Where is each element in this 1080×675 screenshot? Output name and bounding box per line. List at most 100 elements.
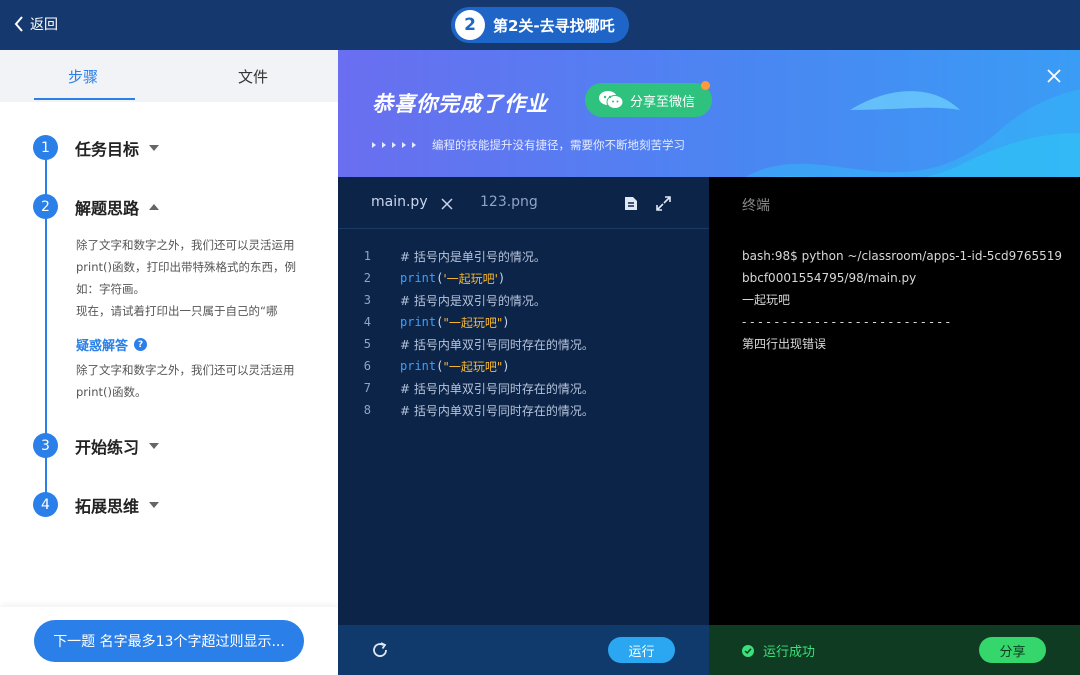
tab-steps[interactable]: 步骤 (68, 66, 98, 87)
steps-list: 1 任务目标 2 解题思路 除了文字和数字之外，我们还可以灵活运用print()… (0, 102, 338, 607)
line-number: 6 (363, 359, 371, 373)
code-line: 8 # 括号内单双引号同时存在的情况。 (338, 399, 709, 421)
top-bar: 返回 2 第2关-去寻找哪吒 (0, 0, 1080, 50)
check-icon (742, 644, 754, 657)
code-lines[interactable]: 1 # 括号内是单引号的情况。 2 print('一起玩吧') 3 # 括号内是… (338, 245, 709, 421)
code-line: 4 print("一起玩吧") (338, 311, 709, 333)
code-line: 6 print("一起玩吧") (338, 355, 709, 377)
level-number: 2 (455, 10, 485, 40)
refresh-icon[interactable] (371, 641, 389, 659)
faq-label: 疑惑解答 (76, 339, 129, 354)
banner-decoration (745, 89, 1080, 177)
tab-files[interactable]: 文件 (238, 66, 268, 87)
code-line: 7 # 括号内单双引号同时存在的情况。 (338, 377, 709, 399)
terminal-line: 一起玩吧 (742, 293, 791, 307)
line-number: 1 (363, 249, 371, 263)
left-tabs: 步骤 文件 (0, 50, 338, 102)
code-function: print (400, 315, 437, 329)
step-title: 任务目标 (75, 139, 140, 159)
caret-down-icon (149, 442, 160, 449)
tab-123-png[interactable]: 123.png (480, 194, 538, 210)
run-status-label: 运行成功 (763, 645, 816, 660)
editor-footer: 运行 (338, 625, 709, 675)
step-item-3[interactable]: 3 开始练习 (33, 433, 160, 458)
code-line: 1 # 括号内是单引号的情况。 (338, 245, 709, 267)
terminal-title: 终端 (742, 198, 770, 214)
step-number: 1 (33, 135, 58, 160)
step-number: 3 (33, 433, 58, 458)
step-item-4[interactable]: 4 拓展思维 (33, 492, 160, 517)
share-wechat-button[interactable]: 分享至微信 (585, 81, 712, 117)
terminal-output[interactable]: bash:98$ python ~/classroom/apps-1-id-5c… (742, 245, 1067, 355)
code-line: 5 # 括号内单双引号同时存在的情况。 (338, 333, 709, 355)
tab-main-py[interactable]: main.py (371, 194, 428, 210)
back-label: 返回 (30, 17, 58, 33)
active-tab-indicator (34, 98, 135, 100)
arrows-icon (372, 142, 416, 148)
line-number: 8 (363, 403, 371, 417)
step-item-2[interactable]: 2 解题思路 (33, 194, 160, 219)
editor-tabs: main.py 123.png (338, 177, 709, 229)
line-number: 5 (363, 337, 371, 351)
step-number: 4 (33, 492, 58, 517)
step-number: 2 (33, 194, 58, 219)
code-paren-open: ( (436, 271, 444, 285)
banner-title: 恭喜你完成了作业 (372, 92, 548, 116)
terminal-line: - - - - - - - - - - - - - - - - - - - - … (742, 315, 950, 329)
banner-subtitle-text: 编程的技能提升没有捷径，需要你不断地刻苦学习 (432, 138, 685, 152)
code-string: "一起玩吧" (443, 359, 503, 374)
code-string: '一起玩吧' (443, 271, 498, 286)
file-icon[interactable] (624, 196, 639, 211)
share-button[interactable]: 分享 (979, 637, 1046, 663)
step-description: 除了文字和数字之外，我们还可以灵活运用print()函数，打印出带特殊格式的东西… (76, 238, 296, 296)
expand-icon[interactable] (656, 196, 671, 211)
notification-dot (701, 81, 710, 90)
code-comment: # 括号内单双引号同时存在的情况。 (400, 381, 594, 396)
line-number: 7 (363, 381, 371, 395)
code-function: print (400, 359, 437, 373)
run-button[interactable]: 运行 (608, 637, 675, 663)
line-number: 2 (363, 271, 371, 285)
question-icon: ? (134, 338, 148, 351)
wechat-icon (599, 91, 624, 109)
terminal-line: 第四行出现错误 (742, 337, 827, 351)
step-description-continued: 现在，请试着打印出一只属于自己的“哪 (76, 304, 278, 318)
back-button[interactable]: 返回 (14, 14, 58, 34)
code-comment: # 括号内是单引号的情况。 (400, 249, 546, 264)
caret-down-icon (149, 501, 160, 508)
code-comment: # 括号内是双引号的情况。 (400, 293, 546, 308)
close-icon[interactable] (1046, 68, 1062, 84)
caret-up-icon (149, 203, 160, 210)
code-comment: # 括号内单双引号同时存在的情况。 (400, 337, 594, 352)
code-line: 3 # 括号内是双引号的情况。 (338, 289, 709, 311)
step-title: 开始练习 (75, 437, 140, 457)
faq-link[interactable]: 疑惑解答 ? (76, 335, 148, 354)
step-item-1[interactable]: 1 任务目标 (33, 135, 160, 160)
code-string: "一起玩吧" (443, 315, 503, 330)
code-function: print (400, 271, 437, 285)
next-question-button[interactable]: 下一题 名字最多13个字超过则显示... (34, 620, 304, 662)
code-line: 2 print('一起玩吧') (338, 267, 709, 289)
faq-text: 除了文字和数字之外，我们还可以灵活运用print()函数。 (76, 363, 295, 399)
caret-down-icon (149, 144, 160, 151)
banner-subtitle: 编程的技能提升没有捷径，需要你不断地刻苦学习 (372, 137, 685, 153)
step-title: 解题思路 (75, 198, 140, 218)
line-number: 4 (363, 315, 371, 329)
congrats-banner: 恭喜你完成了作业 分享至微信 编程的技能提升没有捷径，需要你不断地刻苦学习 (338, 50, 1080, 177)
terminal-panel: 终端 bash:98$ python ~/classroom/apps-1-id… (709, 177, 1080, 625)
terminal-footer: 运行成功 分享 (709, 625, 1080, 675)
level-title: 第2关-去寻找哪吒 (493, 16, 615, 35)
code-paren-open: ( (436, 315, 444, 329)
level-badge: 2 第2关-去寻找哪吒 (451, 7, 629, 43)
left-panel: 步骤 文件 1 任务目标 2 解题思路 除了文字和数字之外，我们还可以灵活运用p… (0, 50, 338, 675)
step-title: 拓展思维 (75, 496, 140, 516)
code-paren-close: ) (497, 271, 506, 285)
terminal-line: bash:98$ python ~/classroom/apps-1-id-5c… (742, 249, 1063, 285)
run-status: 运行成功 (742, 641, 815, 660)
close-icon[interactable] (441, 198, 453, 210)
code-paren-close: ) (502, 315, 510, 329)
code-comment: # 括号内单双引号同时存在的情况。 (400, 403, 594, 418)
left-footer: 下一题 名字最多13个字超过则显示... (0, 607, 338, 675)
line-number: 3 (363, 293, 371, 307)
code-paren-close: ) (502, 359, 510, 373)
